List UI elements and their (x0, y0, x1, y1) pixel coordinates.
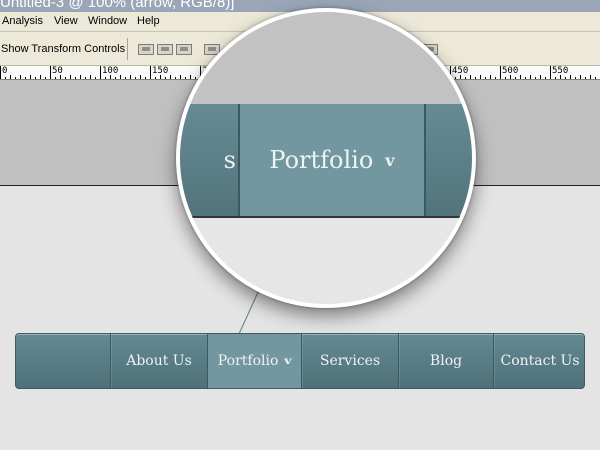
magnified-canvas-band (180, 12, 472, 104)
nav-item-services[interactable]: Services (302, 334, 399, 388)
nav-item-contact-us[interactable]: Contact Us (494, 334, 584, 388)
magnified-nav-item-services: S (428, 104, 472, 216)
nav-item-label: Services (319, 353, 381, 369)
magnified-navigation-bar: s Portfolio v S (180, 104, 472, 218)
nav-item-label: About Us (126, 353, 192, 369)
magnified-nav-label: Portfolio (269, 146, 374, 174)
navigation-bar: About Us Portfolio v Services Blog Conta… (15, 333, 585, 389)
magnified-nav-item-portfolio: Portfolio v (240, 104, 426, 216)
magnifier-lens: s Portfolio v S (176, 8, 476, 308)
nav-item-label: Contact Us (500, 353, 580, 369)
nav-item-home[interactable] (16, 334, 111, 388)
chevron-down-icon: v (284, 355, 293, 367)
nav-item-portfolio[interactable]: Portfolio v (208, 334, 302, 388)
nav-item-blog[interactable]: Blog (399, 334, 494, 388)
nav-item-label: Blog (429, 353, 463, 369)
magnified-canvas-edge (180, 216, 472, 218)
chevron-down-icon: v (385, 150, 395, 170)
nav-item-label: Portfolio (217, 353, 279, 369)
magnified-nav-label: s (223, 146, 236, 174)
magnified-nav-item-about-us: s (180, 104, 240, 216)
nav-item-about-us[interactable]: About Us (111, 334, 208, 388)
